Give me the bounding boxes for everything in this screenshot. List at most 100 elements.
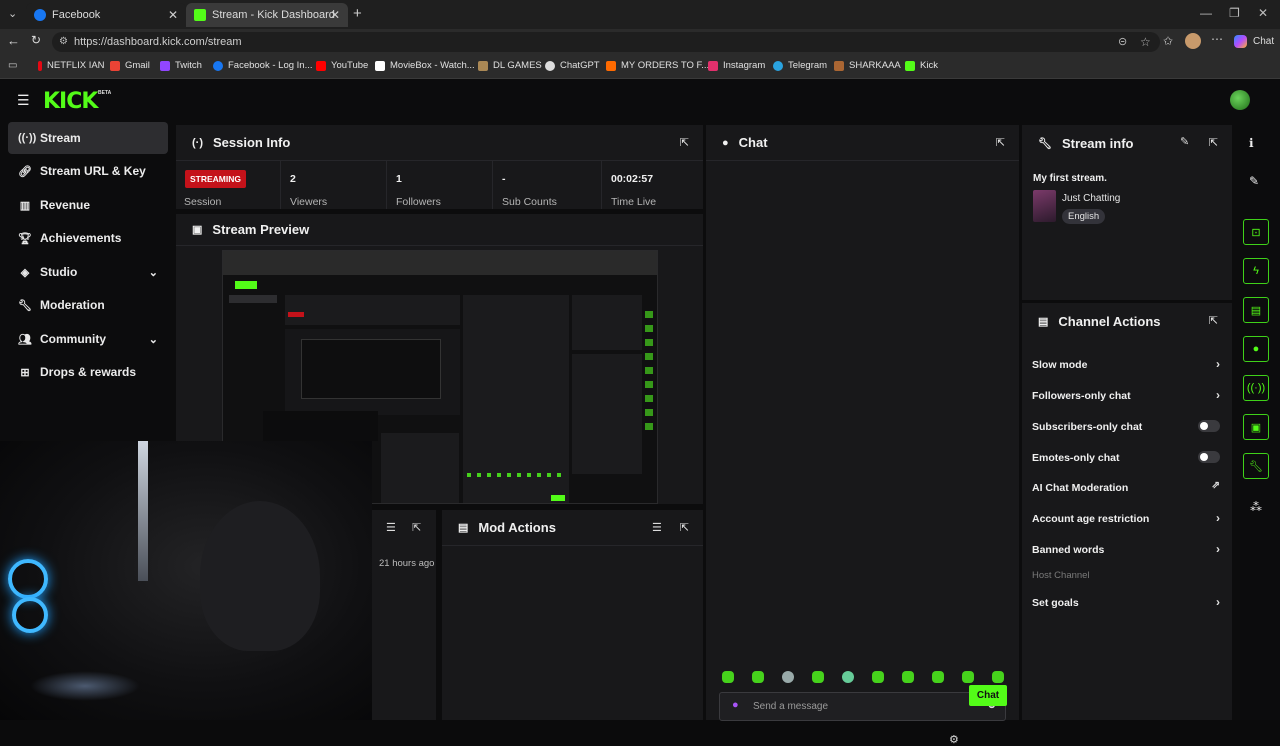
bookmark[interactable]: ChatGPT [545,60,600,71]
collections-icon[interactable]: ▭ [8,60,17,71]
bookmark[interactable]: Kick [905,60,938,71]
rail-chat-icon[interactable]: ● [1243,336,1269,362]
action-emotes-only-chat[interactable]: Emotes-only chat [1032,451,1220,464]
filter-icon[interactable]: ☰ [652,521,662,534]
more-menu-icon[interactable]: ⋯ [1211,32,1223,46]
url-input[interactable]: ⚙ https://dashboard.kick.com/stream ⊝ ☆ [52,32,1160,52]
close-tab-icon[interactable]: ✕ [330,8,340,22]
minimize-icon[interactable]: — [1200,6,1212,20]
rail-screenshot-icon[interactable]: ⊡ [1243,219,1269,245]
chat-message-input[interactable]: ● Send a message ☻ [719,692,1006,721]
external-link-icon[interactable]: ⇗ [1212,480,1220,491]
action-slow-mode[interactable]: Slow mode › [1032,357,1220,371]
chat-settings-icon[interactable]: ⚙ [949,733,959,746]
rail-document-icon[interactable]: ▤ [1243,297,1269,323]
bookmark[interactable]: Instagram [708,60,765,71]
bookmark[interactable]: SHARKAAA [834,60,901,71]
sidebar-item-drops-rewards[interactable]: ⊞ Drops & rewards [8,356,168,388]
chat-send-button[interactable]: Chat [969,685,1007,706]
popout-icon[interactable]: ⇱ [1209,136,1218,149]
favorites-icon[interactable]: ✩ [1163,34,1173,48]
tab-facebook[interactable]: Facebook ✕ [26,3,186,27]
emote-icon[interactable] [992,671,1004,683]
bookmark[interactable]: MovieBox - Watch... [375,60,475,71]
profile-avatar[interactable] [1185,33,1201,49]
kick-logo[interactable]: KICK [43,89,98,114]
sidebar-item-revenue[interactable]: ▥ Revenue [8,189,168,221]
hamburger-menu-icon[interactable]: ☰ [17,92,30,109]
chevron-right-icon[interactable]: › [1216,388,1220,402]
popout-icon[interactable]: ⇱ [680,521,689,534]
popout-icon[interactable]: ⇱ [996,136,1005,149]
bookmark[interactable]: DL GAMES [478,60,542,71]
bookmark[interactable]: MY ORDERS TO F... [606,60,709,71]
emote-icon[interactable] [752,671,764,683]
popout-icon[interactable]: ⇱ [412,521,421,534]
emote-icon[interactable] [902,671,914,683]
rail-clipboard-icon[interactable]: ▣ [1243,414,1269,440]
info-icon[interactable]: ℹ [1249,136,1254,150]
rail-lightning-icon[interactable]: ϟ [1243,258,1269,284]
sidebar-item-stream-url-key[interactable]: 🔗︎ Stream URL & Key [8,155,168,187]
reader-icon[interactable]: ⊝ [1118,32,1127,52]
emote-icon[interactable] [872,671,884,683]
emote-icon[interactable] [722,671,734,683]
category-name[interactable]: Just Chatting [1062,193,1120,204]
bookmark[interactable]: Gmail [110,60,150,71]
stream-icon: ((·)) [18,132,37,144]
tab-kick-dashboard[interactable]: Stream - Kick Dashboard ✕ [186,3,348,27]
bookmark[interactable]: Facebook - Log In... [213,60,313,71]
chevron-right-icon[interactable]: › [1216,595,1220,609]
sidebar-item-stream[interactable]: ((·)) Stream [8,122,168,154]
action-account-age-restriction[interactable]: Account age restriction › [1032,511,1220,525]
edit-icon[interactable]: ✎ [1180,135,1189,148]
bookmark[interactable]: Telegram [773,60,827,71]
close-window-icon[interactable]: ✕ [1258,6,1268,20]
tab-list-icon[interactable]: ⌄ [8,7,17,20]
sidebar-item-achievements[interactable]: 🏆︎ Achievements [8,222,168,254]
chevron-down-icon[interactable]: ⌄ [149,266,158,279]
rail-wrench-icon[interactable]: 🔧︎ [1243,453,1269,479]
new-tab-icon[interactable]: + [353,5,362,22]
chat-copilot-label[interactable]: Chat [1253,36,1274,47]
user-avatar[interactable] [1230,90,1250,110]
chevron-right-icon[interactable]: › [1216,542,1220,556]
reload-icon[interactable]: ↻ [31,33,41,47]
tab-label: Stream - Kick Dashboard [212,9,335,21]
restore-icon[interactable]: ❐ [1229,6,1240,20]
emote-icon[interactable] [812,671,824,683]
sidebar-item-community[interactable]: 👥︎ Community ⌄ [8,323,168,355]
edit-layout-icon[interactable]: ✎ [1249,174,1259,188]
action-banned-words[interactable]: Banned words › [1032,542,1220,556]
sidebar-item-moderation[interactable]: 🔧︎ Moderation [8,289,168,321]
bookmark[interactable]: YouTube [316,60,368,71]
site-info-icon[interactable]: ⚙ [59,32,68,52]
microphone-icon[interactable]: ● [732,699,739,711]
emote-icon[interactable] [962,671,974,683]
bookmark[interactable]: NETFLIX IAN [38,60,105,71]
rail-broadcast-icon[interactable]: ((·)) [1243,375,1269,401]
chevron-right-icon[interactable]: › [1216,511,1220,525]
action-followers-only-chat[interactable]: Followers-only chat › [1032,388,1220,402]
group-icon[interactable]: ⁂ [1250,500,1262,514]
sidebar-item-studio[interactable]: ◈ Studio ⌄ [8,256,168,288]
back-icon[interactable]: ← [7,33,20,48]
popout-icon[interactable]: ⇱ [680,136,689,149]
copilot-icon[interactable] [1234,35,1247,48]
favorite-star-icon[interactable]: ☆ [1140,32,1151,52]
toggle-switch[interactable] [1198,420,1220,432]
filter-icon[interactable]: ☰ [386,521,396,534]
action-subscribers-only-chat[interactable]: Subscribers-only chat [1032,420,1220,433]
stat-followers: 1 Followers [388,161,493,209]
emote-icon[interactable] [842,671,854,683]
chevron-right-icon[interactable]: › [1216,357,1220,371]
close-tab-icon[interactable]: ✕ [168,8,178,22]
popout-icon[interactable]: ⇱ [1209,314,1218,327]
chevron-down-icon[interactable]: ⌄ [149,333,158,346]
bookmark[interactable]: Twitch [160,60,202,71]
action-set-goals[interactable]: Set goals › [1032,595,1220,609]
emote-icon[interactable] [782,671,794,683]
action-ai-chat-moderation[interactable]: AI Chat Moderation ⇗ [1032,480,1220,494]
emote-icon[interactable] [932,671,944,683]
toggle-switch[interactable] [1198,451,1220,463]
